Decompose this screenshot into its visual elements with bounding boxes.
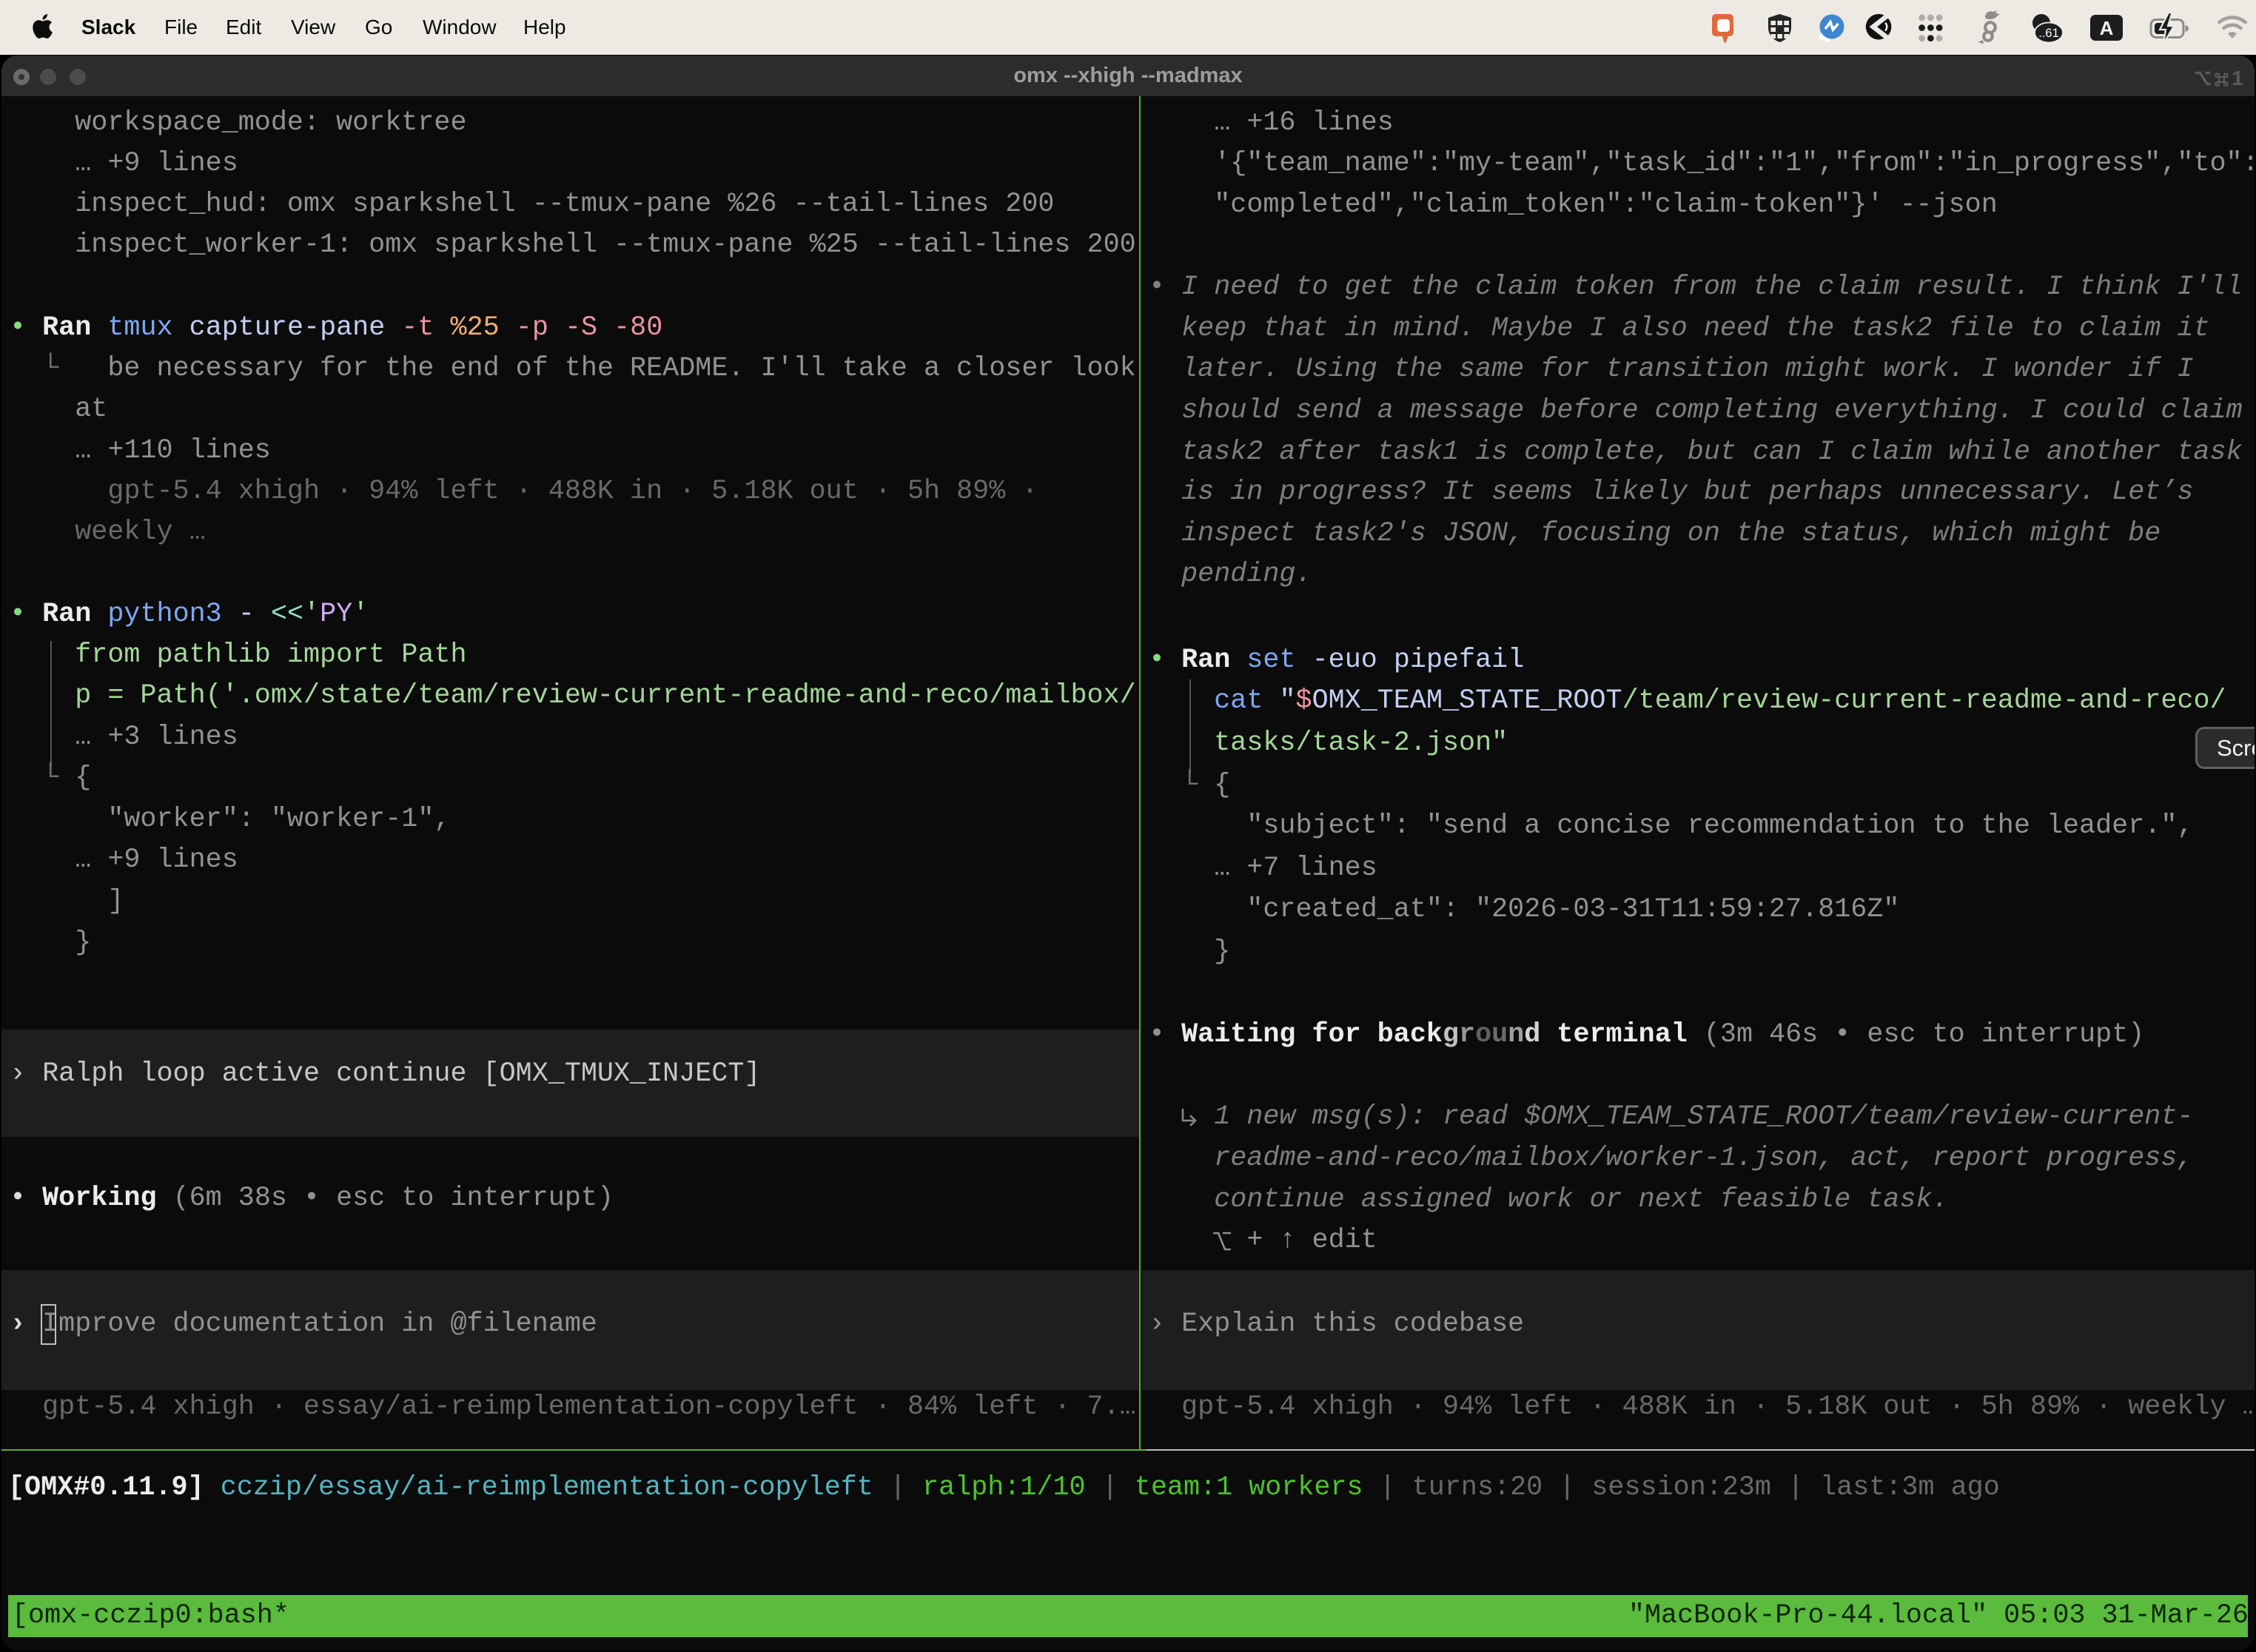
svg-text:A: A (2100, 17, 2114, 39)
svg-text:..61: ..61 (2038, 27, 2059, 40)
